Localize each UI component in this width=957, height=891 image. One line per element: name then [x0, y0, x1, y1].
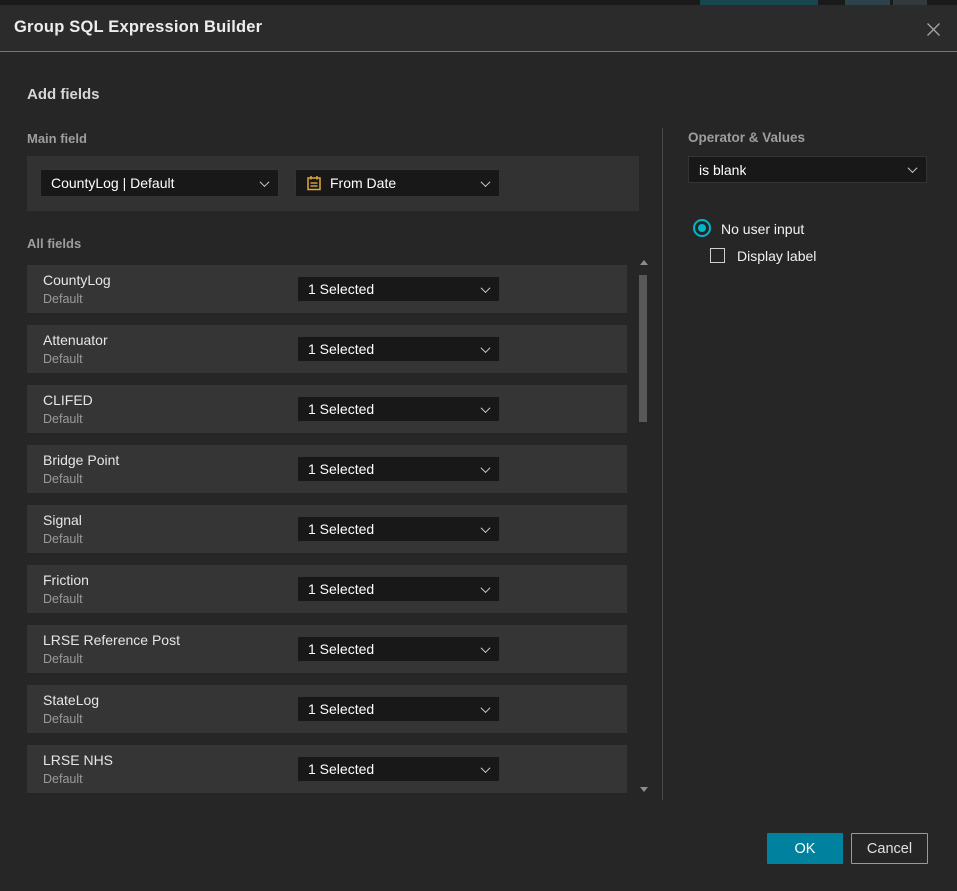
field-row: CLIFED Default 1 Selected [27, 385, 627, 433]
chevron-down-icon [481, 177, 491, 187]
field-name: Bridge Point [43, 452, 119, 468]
radio-selected-dot [698, 224, 706, 232]
main-field-label: Main field [27, 131, 87, 146]
chevron-down-icon [481, 583, 491, 593]
dialog-header: Group SQL Expression Builder [0, 5, 957, 52]
row-selection-value: 1 Selected [308, 701, 374, 717]
chevron-down-icon [481, 523, 491, 533]
field-sublabel: Default [43, 652, 83, 666]
field-sublabel: Default [43, 472, 83, 486]
all-fields-list: CountyLog Default 1 Selected Attenuator … [27, 258, 648, 794]
field-row: LRSE Reference Post Default 1 Selected [27, 625, 627, 673]
add-fields-heading: Add fields [27, 86, 100, 103]
display-label-checkbox[interactable] [710, 248, 725, 263]
row-selection-select[interactable]: 1 Selected [297, 456, 500, 482]
main-layer-select[interactable]: CountyLog | Default [40, 169, 279, 197]
field-row: Signal Default 1 Selected [27, 505, 627, 553]
field-sublabel: Default [43, 712, 83, 726]
chevron-down-icon [481, 343, 491, 353]
row-selection-select[interactable]: 1 Selected [297, 336, 500, 362]
row-selection-value: 1 Selected [308, 401, 374, 417]
dialog-title: Group SQL Expression Builder [14, 18, 262, 37]
scrollbar-up-arrow-icon[interactable] [640, 260, 648, 265]
row-selection-value: 1 Selected [308, 761, 374, 777]
main-field-select[interactable]: From Date [295, 169, 500, 197]
field-name: CountyLog [43, 272, 111, 288]
chevron-down-icon [481, 643, 491, 653]
panel-divider [662, 128, 663, 800]
field-sublabel: Default [43, 772, 83, 786]
row-selection-select[interactable]: 1 Selected [297, 756, 500, 782]
all-fields-label: All fields [27, 236, 81, 251]
row-selection-select[interactable]: 1 Selected [297, 576, 500, 602]
operator-values-label: Operator & Values [688, 130, 805, 145]
operator-select-value: is blank [699, 162, 746, 178]
field-name: Friction [43, 572, 89, 588]
row-selection-value: 1 Selected [308, 521, 374, 537]
field-name: CLIFED [43, 392, 93, 408]
row-selection-select[interactable]: 1 Selected [297, 636, 500, 662]
row-selection-value: 1 Selected [308, 341, 374, 357]
row-selection-select[interactable]: 1 Selected [297, 516, 500, 542]
chevron-down-icon [481, 463, 491, 473]
chevron-down-icon [908, 163, 918, 173]
screen: Group SQL Expression Builder Add fields … [0, 0, 957, 891]
operator-select[interactable]: is blank [688, 156, 927, 183]
main-field-panel: CountyLog | Default From Date [27, 156, 639, 211]
no-user-input-radio[interactable] [693, 219, 711, 237]
field-rows-container: CountyLog Default 1 Selected Attenuator … [27, 265, 627, 794]
field-sublabel: Default [43, 292, 83, 306]
field-name: LRSE Reference Post [43, 632, 180, 648]
close-button[interactable] [923, 19, 943, 39]
scrollbar-down-arrow-icon[interactable] [640, 787, 648, 792]
row-selection-value: 1 Selected [308, 281, 374, 297]
row-selection-value: 1 Selected [308, 581, 374, 597]
chevron-down-icon [481, 703, 491, 713]
main-layer-select-value: CountyLog | Default [51, 175, 175, 191]
field-row: Friction Default 1 Selected [27, 565, 627, 613]
chevron-down-icon [481, 283, 491, 293]
field-name: StateLog [43, 692, 99, 708]
field-row: Bridge Point Default 1 Selected [27, 445, 627, 493]
chevron-down-icon [481, 403, 491, 413]
field-name: LRSE NHS [43, 752, 113, 768]
scrollbar-thumb[interactable] [639, 275, 647, 422]
ok-button[interactable]: OK [767, 833, 843, 864]
no-user-input-label: No user input [721, 221, 804, 237]
field-row: LRSE NHS Default 1 Selected [27, 745, 627, 793]
field-row: CountyLog Default 1 Selected [27, 265, 627, 313]
main-field-select-value: From Date [330, 175, 396, 191]
row-selection-value: 1 Selected [308, 461, 374, 477]
cancel-button[interactable]: Cancel [851, 833, 928, 864]
field-name: Signal [43, 512, 82, 528]
row-selection-value: 1 Selected [308, 641, 374, 657]
calendar-icon [306, 175, 322, 191]
field-name: Attenuator [43, 332, 108, 348]
field-row: Attenuator Default 1 Selected [27, 325, 627, 373]
row-selection-select[interactable]: 1 Selected [297, 396, 500, 422]
field-sublabel: Default [43, 352, 83, 366]
chevron-down-icon [481, 763, 491, 773]
field-sublabel: Default [43, 412, 83, 426]
display-label-label: Display label [737, 248, 816, 264]
row-selection-select[interactable]: 1 Selected [297, 696, 500, 722]
chevron-down-icon [260, 177, 270, 187]
field-sublabel: Default [43, 532, 83, 546]
field-row: StateLog Default 1 Selected [27, 685, 627, 733]
row-selection-select[interactable]: 1 Selected [297, 276, 500, 302]
field-sublabel: Default [43, 592, 83, 606]
close-icon [925, 21, 942, 38]
